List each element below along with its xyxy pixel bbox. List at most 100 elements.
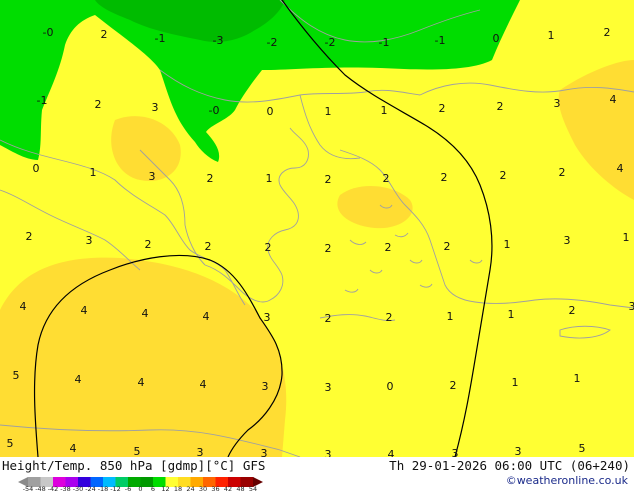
colorbar-tick-label: -48 <box>35 485 46 493</box>
colorbar-tick-label: -30 <box>73 485 84 493</box>
temperature-label: 2 <box>385 241 392 254</box>
temperature-label: -2 <box>325 36 336 49</box>
temperature-label: 2 <box>205 240 212 253</box>
temperature-label: 3 <box>264 311 271 324</box>
temperature-label: 0 <box>267 105 274 118</box>
temperature-label: 2 <box>569 304 576 317</box>
temperature-label: -1 <box>379 36 390 49</box>
weather-map: -0 2 -1 -3 -2 -2 -1 -1 0 1 2 -1 2 3 -0 0 1 1 2 2 3 4 0 1 3 2 1 2 2 2 2… <box>0 0 634 457</box>
colorbar-tick-label: -12 <box>110 485 121 493</box>
temperature-label: -1 <box>37 94 48 107</box>
colorbar-tick-label: -38 <box>60 485 71 493</box>
colorbar-tick-label: -42 <box>48 485 59 493</box>
temperature-label: 4 <box>200 378 207 391</box>
colorbar-tick-label: 30 <box>199 485 207 493</box>
temperature-label: 3 <box>86 234 93 247</box>
temperature-label: 3 <box>152 101 159 114</box>
temperature-label: -0 <box>43 26 54 39</box>
temperature-label: -3 <box>213 34 224 47</box>
temperature-label: 0 <box>387 380 394 393</box>
temperature-label: 1 <box>548 29 555 42</box>
temperature-label: 4 <box>70 442 77 455</box>
map-footer: Height/Temp. 850 hPa [gdmp][°C] GFS Th 2… <box>0 457 634 490</box>
temperature-label: 4 <box>142 307 149 320</box>
colorbar-tick-label: 18 <box>174 485 182 493</box>
temperature-label: 3 <box>452 447 459 457</box>
temperature-label: 0 <box>33 162 40 175</box>
temperature-label: 1 <box>574 372 581 385</box>
temperature-label: 3 <box>197 446 204 457</box>
temperature-label: 2 <box>559 166 566 179</box>
colorbar-tick-label: 42 <box>224 485 232 493</box>
temperature-label: 2 <box>386 311 393 324</box>
temperature-label: 1 <box>623 231 630 244</box>
temperature-label: 5 <box>134 445 141 457</box>
temperature-label: 4 <box>203 310 210 323</box>
temperature-label: 2 <box>450 379 457 392</box>
temperature-label: 2 <box>500 169 507 182</box>
temperature-label: 2 <box>497 100 504 113</box>
colorbar-tick-label: 24 <box>186 485 194 493</box>
temperature-label: -1 <box>155 32 166 45</box>
colorbar-tick-label: -54 <box>23 485 34 493</box>
temperature-label: 5 <box>579 442 586 455</box>
temperature-label: 3 <box>564 234 571 247</box>
colorbar-tick-label: -6 <box>125 485 131 493</box>
temperature-label: 3 <box>515 445 522 457</box>
map-title: Height/Temp. 850 hPa [gdmp][°C] GFS <box>2 458 265 473</box>
temperature-label: 1 <box>508 308 515 321</box>
temperature-label: 2 <box>145 238 152 251</box>
temperature-label: 2 <box>26 230 33 243</box>
temperature-label: 4 <box>617 162 624 175</box>
temperature-label: 3 <box>149 170 156 183</box>
colorbar-tick-label: 12 <box>161 485 169 493</box>
colorbar-tick-label: -24 <box>85 485 96 493</box>
temperature-label: 2 <box>325 242 332 255</box>
temperature-label: 3 <box>325 381 332 394</box>
temperature-label: 4 <box>388 448 395 457</box>
temperature-label: 1 <box>266 172 273 185</box>
colorbar-tick-label: -18 <box>98 485 109 493</box>
forecast-datetime: Th 29-01-2026 06:00 UTC (06+240) <box>389 458 630 473</box>
temperature-label: 4 <box>81 304 88 317</box>
temperature-label: 2 <box>383 172 390 185</box>
temperature-label: 2 <box>207 172 214 185</box>
temperature-label: 2 <box>441 171 448 184</box>
temperature-label: 3 <box>554 97 561 110</box>
temperature-label: 4 <box>610 93 617 106</box>
temperature-label: 0 <box>493 32 500 45</box>
temperature-label: 1 <box>447 310 454 323</box>
temperature-label: 2 <box>439 102 446 115</box>
temperature-label: 3 <box>262 380 269 393</box>
temperature-label: -0 <box>209 104 220 117</box>
temperature-label: 4 <box>138 376 145 389</box>
temperature-label: 1 <box>90 166 97 179</box>
site-credit[interactable]: ©weatheronline.co.uk <box>506 474 628 487</box>
temperature-label: 2 <box>325 173 332 186</box>
colorbar-tick-label: 48 <box>236 485 244 493</box>
colorbar-tick-label: 36 <box>211 485 219 493</box>
temperature-label: 2 <box>265 241 272 254</box>
temperature-label: 3 <box>261 447 268 457</box>
temperature-label: 4 <box>20 300 27 313</box>
temperature-label: 2 <box>604 26 611 39</box>
temperature-label: 3 <box>629 300 634 313</box>
temperature-label: 1 <box>512 376 519 389</box>
temperature-label: 5 <box>13 369 20 382</box>
colorbar-tick-label: 0 <box>138 485 142 493</box>
temperature-label: 1 <box>325 105 332 118</box>
temperature-label: 1 <box>504 238 511 251</box>
colorbar-tick-label: 54 <box>249 485 257 493</box>
temperature-label: 2 <box>444 240 451 253</box>
colorbar-tick-label: 6 <box>151 485 155 493</box>
temperature-label: 2 <box>101 28 108 41</box>
temperature-label: 1 <box>381 104 388 117</box>
temperature-label: -1 <box>435 34 446 47</box>
temperature-label: 4 <box>75 373 82 386</box>
temperature-label: -2 <box>267 36 278 49</box>
temperature-label: 2 <box>325 312 332 325</box>
temperature-label: 3 <box>325 448 332 457</box>
temperature-label: 2 <box>95 98 102 111</box>
temperature-label: 5 <box>7 437 14 450</box>
temperature-colorbar: -54-48-42-38-30-24-18-12 -6 0 6 12 18 24 30 36 42… <box>18 473 298 492</box>
